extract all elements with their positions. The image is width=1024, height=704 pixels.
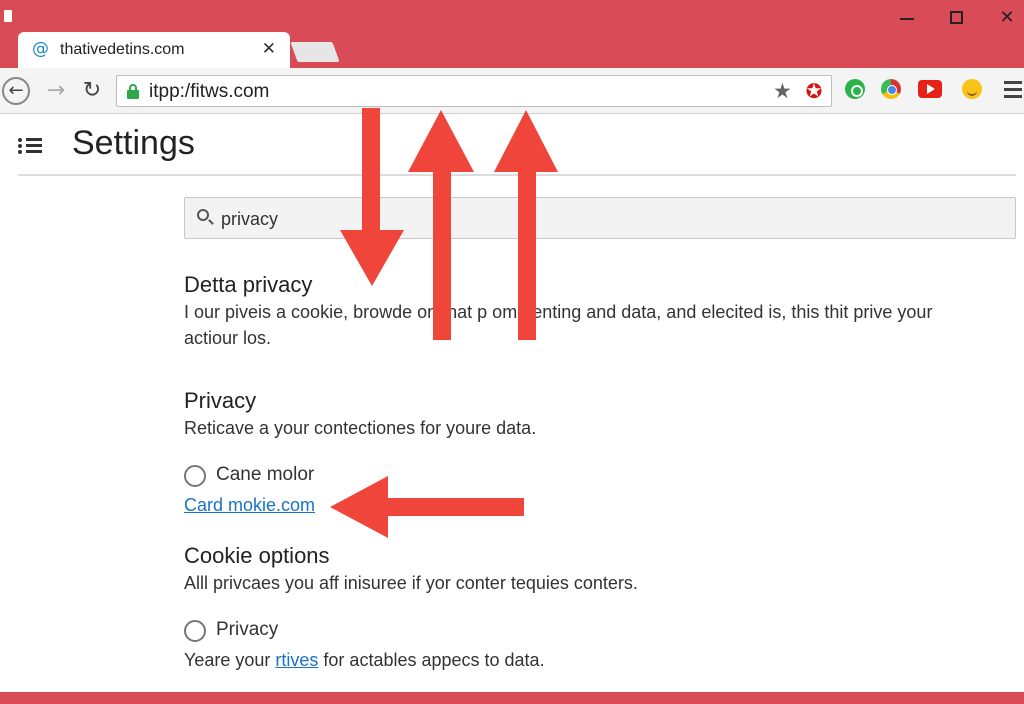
- maximize-button[interactable]: [947, 8, 967, 28]
- youtube-icon[interactable]: [918, 80, 942, 98]
- rtives-link[interactable]: rtives: [275, 650, 318, 670]
- chrome-icon[interactable]: [881, 79, 901, 99]
- footer-text-start: Yeare your: [184, 650, 276, 670]
- section-title-data-privacy: Detta privacy: [184, 272, 313, 297]
- whatsapp-icon[interactable]: [845, 79, 865, 99]
- minimize-button[interactable]: [897, 8, 917, 28]
- url-text[interactable]: itpp:/fitws.com: [149, 81, 269, 103]
- divider: [18, 174, 1016, 176]
- back-button[interactable]: ←: [2, 77, 30, 105]
- footer-text-end: for actables appecs to data.: [318, 650, 545, 670]
- section-description: Reticave a your contectiones for youre d…: [184, 418, 537, 438]
- search-icon: [197, 209, 214, 225]
- search-input[interactable]: privacy: [184, 197, 1016, 239]
- section-description: I our piveis a cookie, browde on that p …: [184, 302, 933, 322]
- card-link[interactable]: Card mokie.com: [184, 495, 315, 516]
- reload-button[interactable]: ↻: [78, 77, 106, 105]
- new-tab-button[interactable]: [290, 42, 340, 62]
- radio-button[interactable]: [184, 465, 206, 487]
- extension-star-icon[interactable]: ✪: [803, 80, 825, 102]
- close-icon[interactable]: ✕: [262, 39, 276, 59]
- forward-button[interactable]: →: [42, 77, 70, 105]
- window-close-button[interactable]: ✕: [997, 8, 1017, 28]
- window-icon: [4, 10, 12, 22]
- section-description-cont: actiour los.: [184, 328, 272, 348]
- address-bar[interactable]: itpp:/fitws.com ★ ✪: [116, 75, 832, 107]
- page-title: Settings: [72, 124, 195, 162]
- radio-label: Cane molor: [216, 464, 315, 485]
- search-value[interactable]: privacy: [221, 209, 278, 230]
- left-arrow-head: [330, 476, 388, 538]
- footer-text: Yeare your rtives for actables appecs to…: [184, 648, 545, 673]
- browser-tab[interactable]: @ thativedetins.com ✕: [18, 32, 290, 68]
- title-bar: @ thativedetins.com ✕ ✕: [0, 0, 1024, 68]
- section-description: Alll privcaes you aff inisuree if yor co…: [184, 573, 638, 593]
- bookmark-star-icon[interactable]: ★: [773, 79, 792, 103]
- bottom-border: [0, 692, 1024, 704]
- radio-button[interactable]: [184, 620, 206, 642]
- settings-menu-icon[interactable]: [18, 137, 44, 155]
- lock-icon: [127, 84, 139, 99]
- left-arrow-shaft: [382, 498, 524, 516]
- radio-label: Privacy: [216, 619, 279, 640]
- at-sign-icon: @: [32, 39, 49, 59]
- section-title-privacy: Privacy: [184, 388, 257, 413]
- browser-menu-icon[interactable]: [1004, 79, 1022, 99]
- up-arrow-head: [408, 110, 474, 172]
- section-title-cookie-options: Cookie options: [184, 543, 330, 568]
- up-arrow-head-2: [494, 110, 558, 172]
- tab-title: thativedetins.com: [60, 41, 185, 58]
- browser-toolbar: ← → ↻ itpp:/fitws.com ★ ✪: [0, 68, 1024, 114]
- emoji-icon[interactable]: [962, 79, 982, 99]
